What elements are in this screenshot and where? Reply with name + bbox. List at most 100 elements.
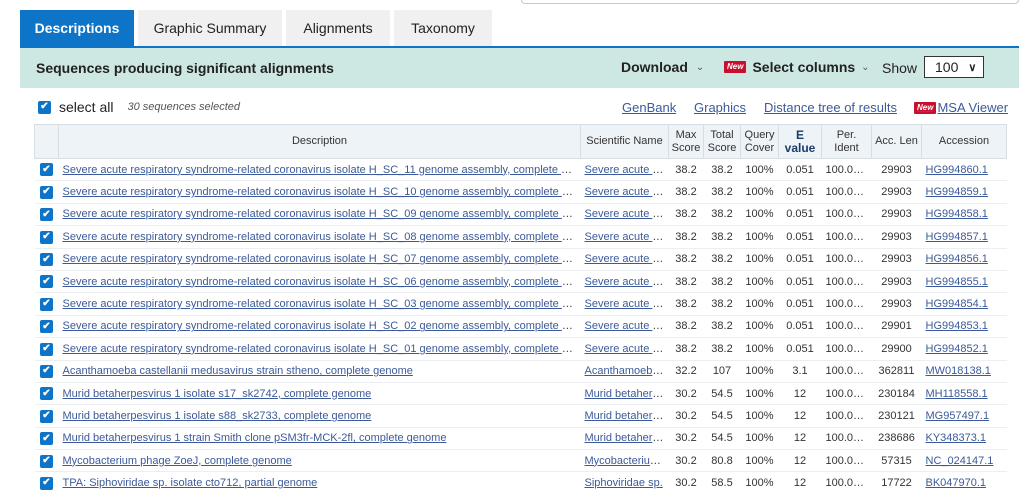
scientific-name-link[interactable]: Acanthamoeba castellanii medusavirus	[585, 365, 669, 377]
scientific-name-link[interactable]: Murid betaherpesvirus 1	[585, 388, 669, 400]
description-link[interactable]: Severe acute respiratory syndrome-relate…	[63, 276, 581, 288]
cell-scientific-name: Severe acute respiratory syndrome-relate…	[580, 225, 669, 249]
row-checkbox[interactable]	[40, 387, 53, 401]
scientific-name-link[interactable]: Severe acute respiratory syndrome-relate…	[585, 186, 669, 198]
cell-e-value: 12	[778, 382, 822, 406]
chevron-down-icon: ⌄	[695, 61, 705, 73]
tab-alignments[interactable]: Alignments	[286, 10, 390, 46]
col-acc-len[interactable]: Acc. Len	[871, 124, 922, 159]
accession-link[interactable]: HG994858.1	[926, 208, 988, 220]
col-max-score[interactable]: Max Score	[668, 124, 704, 159]
scientific-name-link[interactable]: Severe acute respiratory syndrome-relate…	[585, 231, 669, 243]
accession-link[interactable]: HG994859.1	[926, 186, 988, 198]
row-checkbox[interactable]	[40, 364, 53, 378]
row-checkbox-cell	[34, 270, 59, 294]
cell-total-score: 38.2	[703, 292, 741, 316]
description-link[interactable]: Severe acute respiratory syndrome-relate…	[63, 320, 581, 332]
tab-descriptions[interactable]: Descriptions	[20, 10, 134, 46]
accession-link[interactable]: HG994853.1	[926, 320, 988, 332]
col-max-score-l1: Max	[675, 128, 697, 141]
accession-link[interactable]: MW018138.1	[926, 365, 991, 377]
description-link[interactable]: Severe acute respiratory syndrome-relate…	[63, 253, 581, 265]
scientific-name-link[interactable]: Murid betaherpesvirus 1	[585, 432, 669, 444]
row-checkbox[interactable]	[40, 297, 53, 311]
scientific-name-link[interactable]: Severe acute respiratory syndrome-relate…	[585, 164, 669, 176]
description-link[interactable]: Severe acute respiratory syndrome-relate…	[63, 343, 581, 355]
row-checkbox[interactable]	[40, 454, 53, 468]
cell-acc-len: 230184	[871, 382, 922, 406]
row-checkbox[interactable]	[40, 253, 53, 266]
scientific-name-link[interactable]: Severe acute respiratory syndrome-relate…	[585, 208, 669, 220]
tab-graphic-summary[interactable]: Graphic Summary	[138, 10, 282, 46]
select-all-checkbox[interactable]	[38, 100, 51, 114]
accession-link[interactable]: MG957497.1	[926, 410, 990, 422]
accession-link[interactable]: HG994857.1	[926, 231, 988, 243]
scientific-name-link[interactable]: Severe acute respiratory syndrome-relate…	[585, 276, 669, 288]
accession-link[interactable]: HG994854.1	[926, 298, 988, 310]
show-count-select[interactable]: 100 ∨	[924, 56, 984, 78]
col-query-cover[interactable]: Query Cover	[740, 124, 779, 159]
select-all-label[interactable]: select all	[59, 99, 113, 115]
accession-link[interactable]: KY348373.1	[926, 432, 987, 444]
description-link[interactable]: Murid betaherpesvirus 1 isolate s17_sk27…	[63, 388, 372, 400]
cell-e-value: 0.051	[778, 203, 822, 227]
row-checkbox[interactable]	[40, 208, 53, 222]
description-link[interactable]: Murid betaherpesvirus 1 isolate s88_sk27…	[63, 410, 372, 422]
row-checkbox[interactable]	[40, 275, 53, 289]
col-accession[interactable]: Accession	[921, 124, 1007, 159]
accession-link[interactable]: HG994852.1	[926, 343, 988, 355]
description-link[interactable]: Severe acute respiratory syndrome-relate…	[63, 164, 581, 176]
col-description[interactable]: Description	[58, 124, 581, 159]
genbank-link[interactable]: GenBank	[622, 100, 676, 115]
graphics-link[interactable]: Graphics	[694, 100, 746, 115]
scientific-name-link[interactable]: Severe acute respiratory syndrome-relate…	[585, 253, 669, 265]
row-checkbox[interactable]	[40, 163, 53, 177]
download-menu[interactable]: Download ⌄	[621, 59, 704, 75]
description-link[interactable]: Severe acute respiratory syndrome-relate…	[63, 231, 581, 243]
tab-taxonomy[interactable]: Taxonomy	[394, 10, 492, 46]
accession-link[interactable]: HG994855.1	[926, 276, 988, 288]
scientific-name-link[interactable]: Mycobacterium phage ZoeJ	[585, 455, 669, 467]
col-e-value[interactable]: Evalue	[778, 124, 822, 159]
accession-link[interactable]: MH118558.1	[926, 388, 988, 400]
cell-acc-len: 17722	[871, 471, 922, 492]
row-checkbox[interactable]	[40, 476, 53, 490]
msa-viewer-link[interactable]: New MSA Viewer	[914, 100, 1008, 115]
top-panel-frame	[521, 0, 1019, 4]
row-checkbox[interactable]	[40, 409, 53, 423]
scientific-name-link[interactable]: Severe acute respiratory syndrome-relate…	[585, 343, 669, 355]
scientific-name-link[interactable]: Severe acute respiratory syndrome-relate…	[585, 298, 669, 310]
cell-total-score: 38.2	[703, 180, 741, 204]
scientific-name-link[interactable]: Severe acute respiratory syndrome-relate…	[585, 320, 669, 332]
description-link[interactable]: Severe acute respiratory syndrome-relate…	[63, 186, 581, 198]
cell-total-score: 38.2	[703, 158, 741, 182]
description-link[interactable]: Murid betaherpesvirus 1 strain Smith clo…	[63, 432, 447, 444]
row-checkbox[interactable]	[40, 230, 53, 244]
download-label: Download	[621, 59, 688, 75]
distance-tree-link[interactable]: Distance tree of results	[764, 100, 897, 115]
select-columns-menu[interactable]: New Select columns ⌄	[724, 59, 870, 75]
row-checkbox[interactable]	[40, 320, 53, 334]
row-checkbox[interactable]	[40, 342, 53, 356]
row-checkbox-cell	[34, 337, 59, 361]
description-link[interactable]: Severe acute respiratory syndrome-relate…	[63, 298, 581, 310]
cell-max-score: 38.2	[668, 292, 704, 316]
scientific-name-link[interactable]: Siphoviridae sp.	[585, 477, 663, 489]
scientific-name-link[interactable]: Murid betaherpesvirus 1	[585, 410, 669, 422]
cell-e-value: 0.051	[778, 292, 822, 316]
accession-link[interactable]: HG994860.1	[926, 164, 988, 176]
description-link[interactable]: Acanthamoeba castellanii medusavirus str…	[63, 365, 413, 377]
col-scientific-name[interactable]: Scientific Name	[580, 124, 669, 159]
row-checkbox[interactable]	[40, 185, 53, 199]
description-link[interactable]: TPA: Siphoviridae sp. isolate cto712, pa…	[63, 477, 318, 489]
accession-link[interactable]: BK047970.1	[926, 477, 987, 489]
row-checkbox[interactable]	[40, 432, 53, 446]
col-total-score[interactable]: Total Score	[703, 124, 741, 159]
cell-total-score: 54.5	[703, 404, 741, 428]
description-link[interactable]: Severe acute respiratory syndrome-relate…	[63, 208, 581, 220]
description-link[interactable]: Mycobacterium phage ZoeJ, complete genom…	[63, 455, 292, 467]
accession-link[interactable]: HG994856.1	[926, 253, 988, 265]
col-per-ident[interactable]: Per. Ident	[821, 124, 872, 159]
col-checkbox	[34, 124, 59, 159]
accession-link[interactable]: NC_024147.1	[926, 455, 994, 467]
